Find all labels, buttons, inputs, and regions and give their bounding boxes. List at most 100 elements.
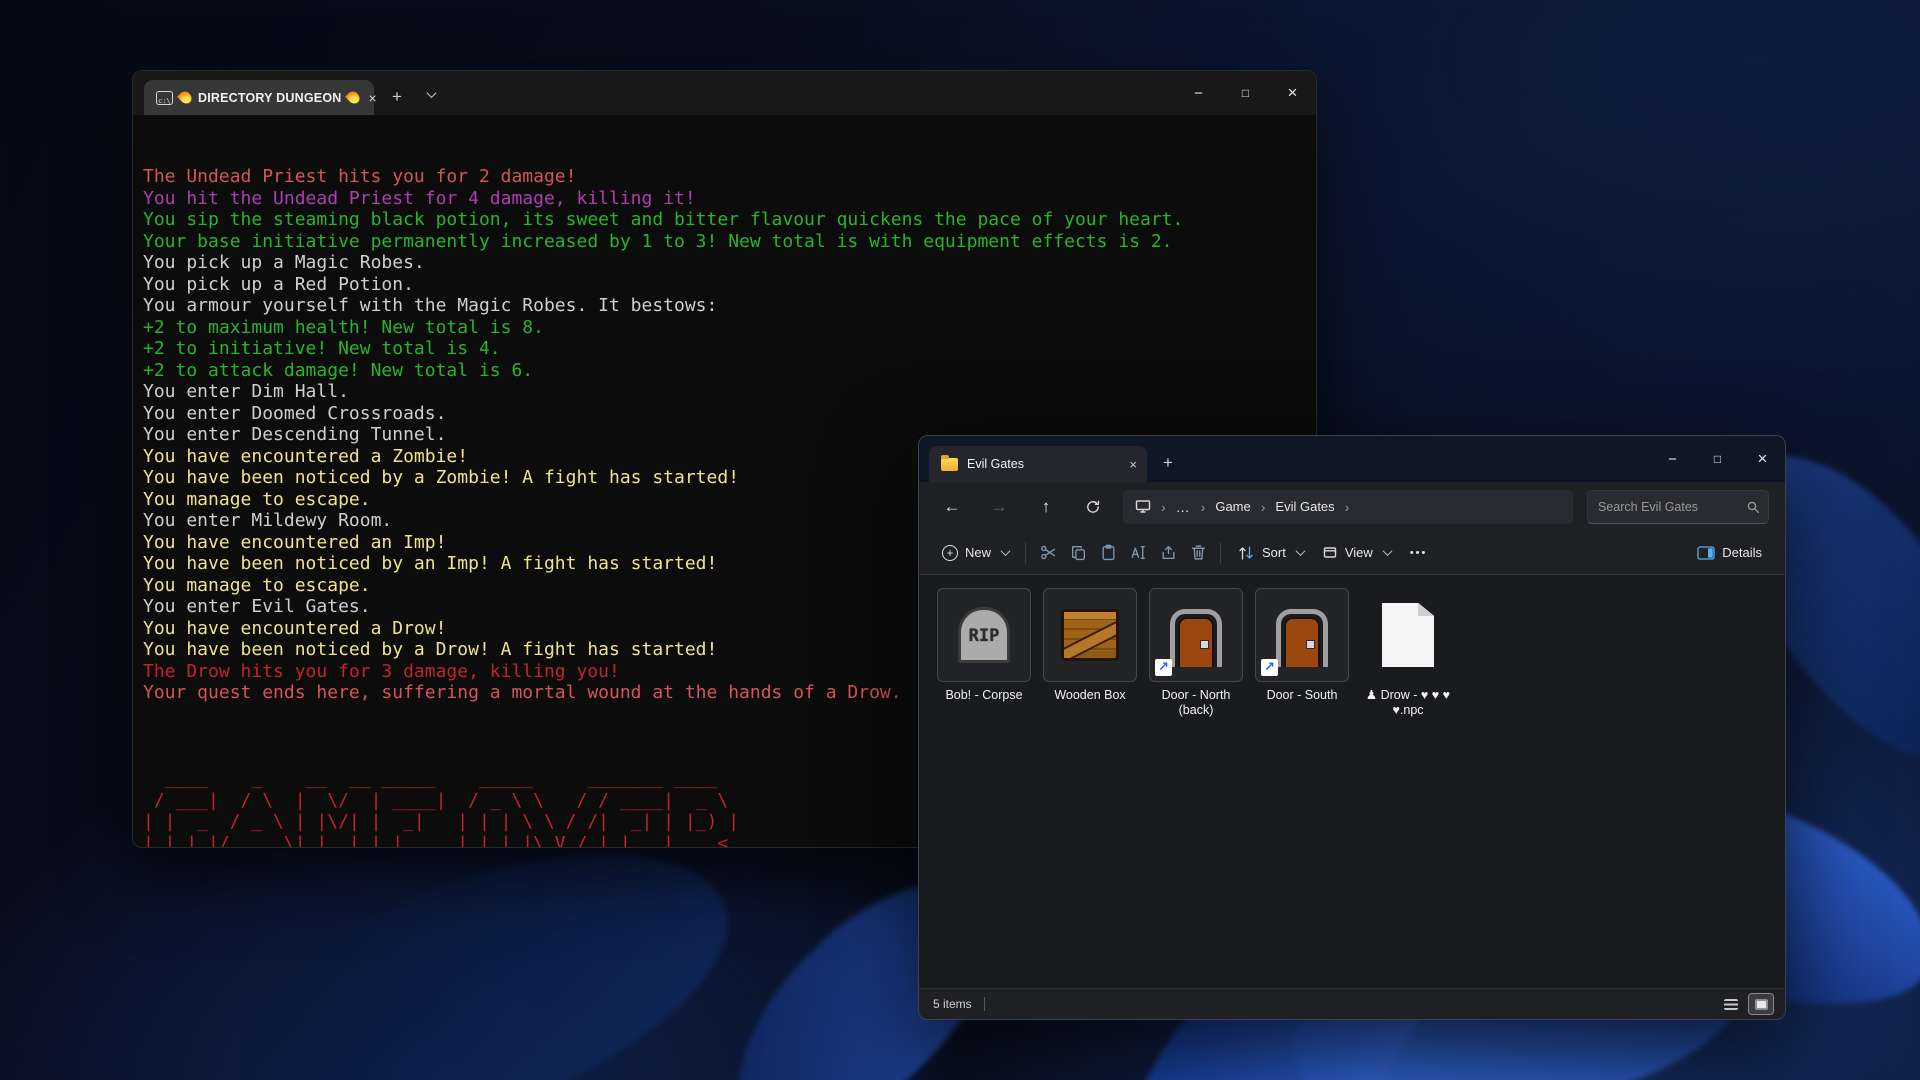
new-button[interactable]: + New <box>933 537 1018 569</box>
rename-button[interactable] <box>1123 537 1153 569</box>
trash-icon <box>1190 544 1207 561</box>
explorer-statusbar: 5 items <box>919 988 1785 1019</box>
maximize-button[interactable]: □ <box>1695 436 1740 482</box>
file-item[interactable]: ♟ Drow - ♥ ♥ ♥ ♥.npc <box>1361 588 1455 718</box>
terminal-line: You pick up a Magic Robes. <box>143 252 1316 274</box>
share-icon <box>1160 544 1177 561</box>
paste-button[interactable] <box>1093 537 1123 569</box>
breadcrumb-separator: › <box>1201 499 1206 515</box>
file-item[interactable]: Door - North (back) <box>1149 588 1243 718</box>
paste-icon <box>1100 544 1117 561</box>
shortcut-arrow-icon <box>1155 659 1172 676</box>
copy-button[interactable] <box>1063 537 1093 569</box>
up-button[interactable]: ↑ <box>1029 491 1063 523</box>
terminal-line: Your base initiative permanently increas… <box>143 231 1316 253</box>
maximize-button[interactable]: □ <box>1222 71 1269 115</box>
breadcrumb-separator: › <box>1261 499 1266 515</box>
desktop: { "palette": { "terminal_bg": "#0c0c0c",… <box>0 0 1920 1080</box>
terminal-tab[interactable]: DIRECTORY DUNGEON × <box>144 80 374 115</box>
close-button[interactable]: × <box>1740 436 1785 482</box>
new-plus-icon: + <box>942 545 958 561</box>
view-button[interactable]: View <box>1313 537 1400 569</box>
new-button-label: New <box>965 545 991 560</box>
terminal-line: You sip the steaming black potion, its s… <box>143 209 1316 231</box>
flame-icon <box>345 89 362 106</box>
view-button-label: View <box>1345 545 1373 560</box>
minimize-button[interactable]: − <box>1175 71 1222 115</box>
details-view-toggle[interactable] <box>1719 994 1743 1014</box>
file-item-label: Bob! - Corpse <box>931 688 1037 703</box>
flame-icon <box>177 89 194 106</box>
file-item-plate <box>937 588 1031 682</box>
explorer-toolbar: + New <box>919 531 1785 575</box>
cut-button[interactable] <box>1033 537 1063 569</box>
sort-button-label: Sort <box>1262 545 1286 560</box>
explorer-window-controls: − □ × <box>1650 436 1785 482</box>
explorer-new-tab-button[interactable]: + <box>1163 453 1173 473</box>
sort-icon <box>1237 545 1255 561</box>
chevron-down-icon <box>1382 546 1392 556</box>
file-item[interactable]: Bob! - Corpse <box>937 588 1031 703</box>
delete-button[interactable] <box>1183 537 1213 569</box>
item-count: 5 items <box>933 997 972 1011</box>
explorer-tab[interactable]: Evil Gates × <box>929 446 1147 482</box>
file-grid[interactable]: Bob! - CorpseWooden BoxDoor - North (bac… <box>919 575 1785 988</box>
large-icons-view-toggle[interactable] <box>1749 994 1773 1014</box>
file-item-label: Door - North (back) <box>1143 688 1249 718</box>
details-button-label: Details <box>1722 545 1762 560</box>
terminal-line: The Undead Priest hits you for 2 damage! <box>143 166 1316 188</box>
file-item-label: Wooden Box <box>1037 688 1143 703</box>
back-button[interactable]: ← <box>935 491 969 523</box>
cut-icon <box>1040 544 1057 561</box>
file-item-plate <box>1361 588 1455 682</box>
refresh-icon <box>1085 499 1101 515</box>
file-item-plate <box>1149 588 1243 682</box>
breadcrumb-item-evil-gates[interactable]: Evil Gates <box>1275 499 1334 514</box>
close-button[interactable]: × <box>1269 71 1316 115</box>
breadcrumb-separator: › <box>1161 499 1166 515</box>
terminal-tab-dropdown-icon[interactable] <box>424 85 435 103</box>
folder-icon <box>941 458 958 471</box>
explorer-tabbar[interactable]: Evil Gates × + − □ × <box>919 436 1785 482</box>
terminal-line: You enter Dim Hall. <box>143 381 1316 403</box>
toolbar-divider <box>1025 542 1026 564</box>
terminal-line: You hit the Undead Priest for 4 damage, … <box>143 188 1316 210</box>
terminal-titlebar[interactable]: DIRECTORY DUNGEON × + − □ × <box>133 71 1316 115</box>
crate-icon <box>1061 609 1119 661</box>
copy-icon <box>1070 544 1087 561</box>
terminal-line: +2 to attack damage! New total is 6. <box>143 360 1316 382</box>
forward-button[interactable]: → <box>982 491 1016 523</box>
breadcrumb[interactable]: › … › Game › Evil Gates › <box>1123 490 1573 524</box>
sort-button[interactable]: Sort <box>1228 537 1313 569</box>
details-button[interactable]: Details <box>1688 537 1771 569</box>
terminal-tab-close-icon[interactable]: × <box>366 90 378 106</box>
file-item-label: Door - South <box>1249 688 1355 703</box>
breadcrumb-separator: › <box>1345 499 1350 515</box>
shortcut-arrow-icon <box>1261 659 1278 676</box>
terminal-line: You enter Doomed Crossroads. <box>143 403 1316 425</box>
search-box[interactable] <box>1587 490 1769 524</box>
file-item-plate <box>1255 588 1349 682</box>
file-item[interactable]: Wooden Box <box>1043 588 1137 703</box>
explorer-navbar: ← → ↑ › … › Game › Evil Gates › <box>919 482 1785 531</box>
share-button[interactable] <box>1153 537 1183 569</box>
terminal-line: +2 to maximum health! New total is 8. <box>143 317 1316 339</box>
chevron-down-icon <box>1001 546 1011 556</box>
refresh-button[interactable] <box>1076 491 1110 523</box>
search-input[interactable] <box>1598 500 1746 514</box>
toolbar-overflow-button[interactable]: ••• <box>1400 547 1438 559</box>
breadcrumb-ellipsis[interactable]: … <box>1176 499 1191 515</box>
file-icon <box>1382 603 1434 667</box>
terminal-new-tab-button[interactable]: + <box>392 87 402 107</box>
file-item[interactable]: Door - South <box>1255 588 1349 703</box>
command-prompt-icon <box>156 91 173 105</box>
breadcrumb-item-game[interactable]: Game <box>1215 499 1250 514</box>
terminal-line: +2 to initiative! New total is 4. <box>143 338 1316 360</box>
toolbar-divider <box>1220 542 1221 564</box>
explorer-tab-close-icon[interactable]: × <box>1129 457 1137 472</box>
details-pane-icon <box>1697 546 1715 560</box>
terminal-tab-title: DIRECTORY DUNGEON <box>198 91 341 105</box>
minimize-button[interactable]: − <box>1650 436 1695 482</box>
list-view-icon <box>1724 999 1738 1010</box>
thumbnail-view-icon <box>1755 999 1768 1010</box>
